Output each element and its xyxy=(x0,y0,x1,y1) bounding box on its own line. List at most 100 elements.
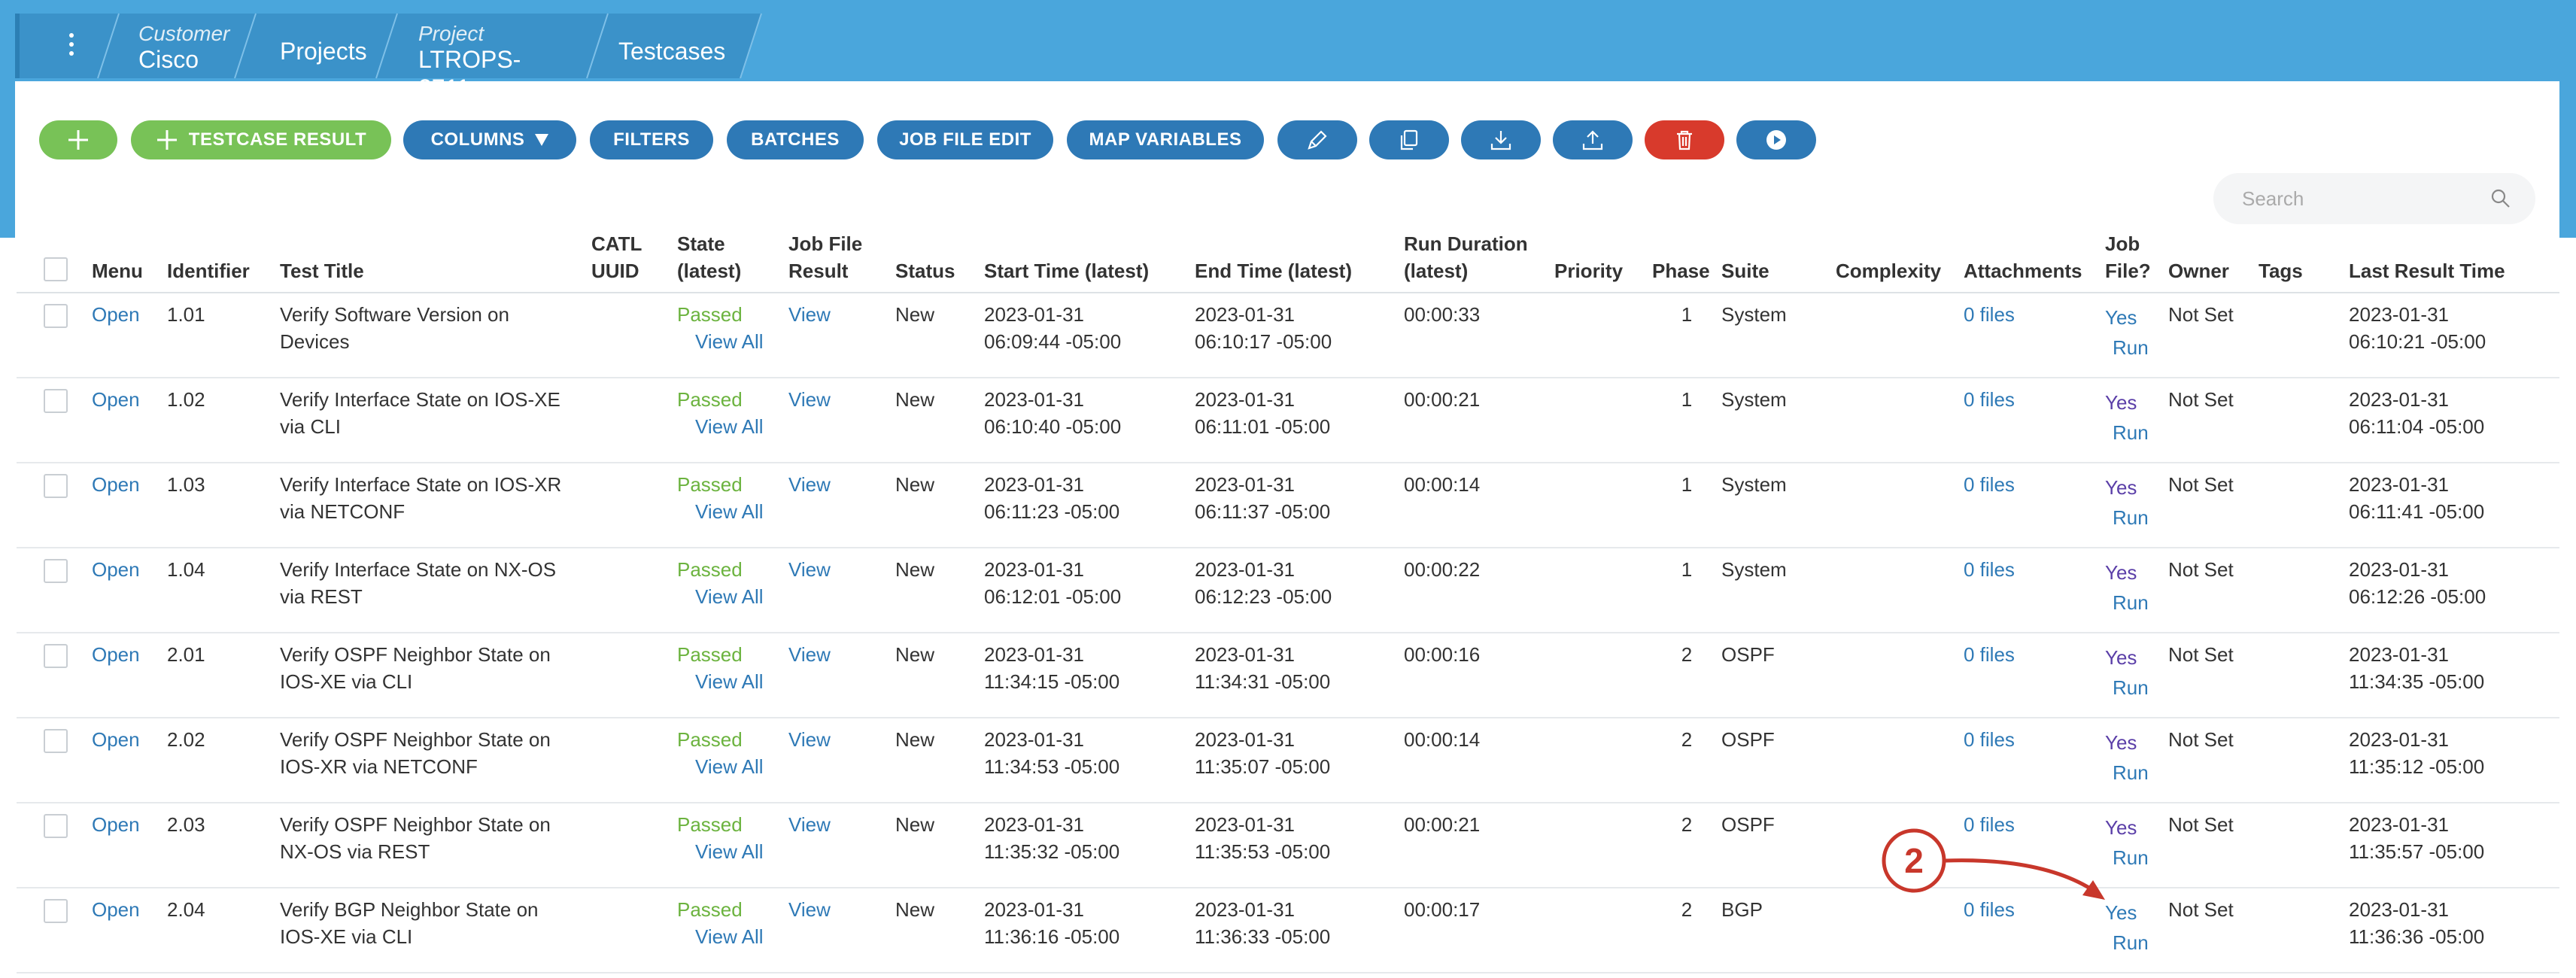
breadcrumb-projects[interactable]: Projects xyxy=(280,38,367,65)
col-last-result-time[interactable]: Last Result Time xyxy=(2349,230,2559,293)
open-link[interactable]: Open xyxy=(92,388,140,411)
attachments-link[interactable]: 0 files xyxy=(1964,898,2015,921)
col-priority[interactable]: Priority xyxy=(1554,230,1652,293)
col-menu[interactable]: Menu xyxy=(92,230,167,293)
view-all-link[interactable]: View All xyxy=(677,923,788,950)
view-link[interactable]: View xyxy=(788,728,831,751)
open-link[interactable]: Open xyxy=(92,813,140,836)
col-tags[interactable]: Tags xyxy=(2259,230,2349,293)
table-row[interactable]: Open 2.04 Verify BGP Neighbor State on IO… xyxy=(17,888,2559,973)
table-row[interactable]: Open 2.01 Verify OSPF Neighbor State on I… xyxy=(17,633,2559,718)
download-button[interactable] xyxy=(1461,120,1541,159)
open-link[interactable]: Open xyxy=(92,728,140,751)
row-checkbox[interactable] xyxy=(44,644,68,668)
open-link[interactable]: Open xyxy=(92,898,140,921)
delete-button[interactable] xyxy=(1645,120,1724,159)
run-link[interactable]: Run xyxy=(2105,419,2168,446)
attachments-link[interactable]: 0 files xyxy=(1964,303,2015,326)
job-file-yes-link[interactable]: Yes xyxy=(2105,644,2168,671)
attachments-link[interactable]: 0 files xyxy=(1964,643,2015,666)
run-button[interactable] xyxy=(1736,120,1816,159)
select-all-checkbox[interactable] xyxy=(44,257,68,281)
run-link[interactable]: Run xyxy=(2105,844,2168,871)
col-end-time[interactable]: End Time (latest) xyxy=(1195,230,1404,293)
upload-button[interactable] xyxy=(1553,120,1633,159)
breadcrumb-testcases[interactable]: Testcases xyxy=(618,38,725,65)
view-all-link[interactable]: View All xyxy=(677,583,788,610)
view-all-link[interactable]: View All xyxy=(677,413,788,440)
col-suite[interactable]: Suite xyxy=(1721,230,1836,293)
col-owner[interactable]: Owner xyxy=(2168,230,2259,293)
attachments-link[interactable]: 0 files xyxy=(1964,728,2015,751)
attachments-link[interactable]: 0 files xyxy=(1964,388,2015,411)
view-all-link[interactable]: View All xyxy=(677,753,788,780)
batches-button[interactable]: BATCHES xyxy=(727,120,864,159)
view-link[interactable]: View xyxy=(788,813,831,836)
view-link[interactable]: View xyxy=(788,558,831,581)
run-link[interactable]: Run xyxy=(2105,759,2168,786)
table-row[interactable]: Open 2.03 Verify OSPF Neighbor State on N… xyxy=(17,803,2559,888)
search-input[interactable] xyxy=(2240,186,2484,211)
col-job-file[interactable]: Job File? xyxy=(2105,230,2168,293)
run-link[interactable]: Run xyxy=(2105,504,2168,531)
view-link[interactable]: View xyxy=(788,898,831,921)
run-link[interactable]: Run xyxy=(2105,674,2168,701)
job-file-yes-link[interactable]: Yes xyxy=(2105,729,2168,756)
row-checkbox[interactable] xyxy=(44,729,68,753)
col-catl-uuid[interactable]: CATL UUID xyxy=(591,230,677,293)
breadcrumb-customer[interactable]: Customer Cisco xyxy=(138,23,229,74)
filters-button[interactable]: FILTERS xyxy=(590,120,713,159)
col-run-duration[interactable]: Run Duration (latest) xyxy=(1404,230,1554,293)
view-link[interactable]: View xyxy=(788,473,831,496)
open-link[interactable]: Open xyxy=(92,558,140,581)
testcase-result-button[interactable]: TESTCASE RESULT xyxy=(131,120,391,159)
view-all-link[interactable]: View All xyxy=(677,328,788,355)
run-link[interactable]: Run xyxy=(2105,589,2168,616)
col-attachments[interactable]: Attachments xyxy=(1964,230,2105,293)
run-link[interactable]: Run xyxy=(2105,334,2168,361)
job-file-yes-link[interactable]: Yes xyxy=(2105,389,2168,416)
job-file-yes-link[interactable]: Yes xyxy=(2105,559,2168,586)
view-all-link[interactable]: View All xyxy=(677,668,788,695)
col-job-file-result[interactable]: Job File Result xyxy=(788,230,895,293)
row-checkbox[interactable] xyxy=(44,389,68,413)
job-file-edit-button[interactable]: JOB FILE EDIT xyxy=(877,120,1053,159)
row-checkbox[interactable] xyxy=(44,304,68,328)
col-state[interactable]: State (latest) xyxy=(677,230,788,293)
view-link[interactable]: View xyxy=(788,643,831,666)
search-icon[interactable] xyxy=(2490,188,2511,209)
attachments-link[interactable]: 0 files xyxy=(1964,558,2015,581)
table-row[interactable]: Open 1.01 Verify Software Version on Devi… xyxy=(17,293,2559,378)
col-status[interactable]: Status xyxy=(895,230,984,293)
table-row[interactable]: Open 1.02 Verify Interface State on IOS-… xyxy=(17,378,2559,463)
breadcrumb-project[interactable]: Project LTROPS-2711 xyxy=(418,23,521,102)
attachments-link[interactable]: 0 files xyxy=(1964,473,2015,496)
edit-button[interactable] xyxy=(1277,120,1357,159)
row-checkbox[interactable] xyxy=(44,899,68,923)
row-checkbox[interactable] xyxy=(44,559,68,583)
table-row[interactable]: Open 1.03 Verify Interface State on IOS-… xyxy=(17,463,2559,548)
add-button[interactable] xyxy=(39,120,117,159)
col-start-time[interactable]: Start Time (latest) xyxy=(984,230,1195,293)
job-file-yes-link[interactable]: Yes xyxy=(2105,474,2168,501)
col-complexity[interactable]: Complexity xyxy=(1836,230,1964,293)
col-identifier[interactable]: Identifier xyxy=(167,230,280,293)
job-file-yes-link[interactable]: Yes xyxy=(2105,899,2168,926)
table-row[interactable]: Open 2.02 Verify OSPF Neighbor State on I… xyxy=(17,718,2559,803)
columns-button[interactable]: COLUMNS xyxy=(403,120,576,159)
row-checkbox[interactable] xyxy=(44,814,68,838)
view-link[interactable]: View xyxy=(788,303,831,326)
open-link[interactable]: Open xyxy=(92,473,140,496)
open-link[interactable]: Open xyxy=(92,303,140,326)
col-test-title[interactable]: Test Title xyxy=(280,230,591,293)
open-link[interactable]: Open xyxy=(92,643,140,666)
copy-button[interactable] xyxy=(1369,120,1449,159)
view-link[interactable]: View xyxy=(788,388,831,411)
job-file-yes-link[interactable]: Yes xyxy=(2105,304,2168,331)
run-link[interactable]: Run xyxy=(2105,929,2168,956)
job-file-yes-link[interactable]: Yes xyxy=(2105,814,2168,841)
attachments-link[interactable]: 0 files xyxy=(1964,813,2015,836)
table-row[interactable]: Open 1.04 Verify Interface State on NX-O… xyxy=(17,548,2559,633)
view-all-link[interactable]: View All xyxy=(677,838,788,865)
col-phase[interactable]: Phase xyxy=(1652,230,1721,293)
